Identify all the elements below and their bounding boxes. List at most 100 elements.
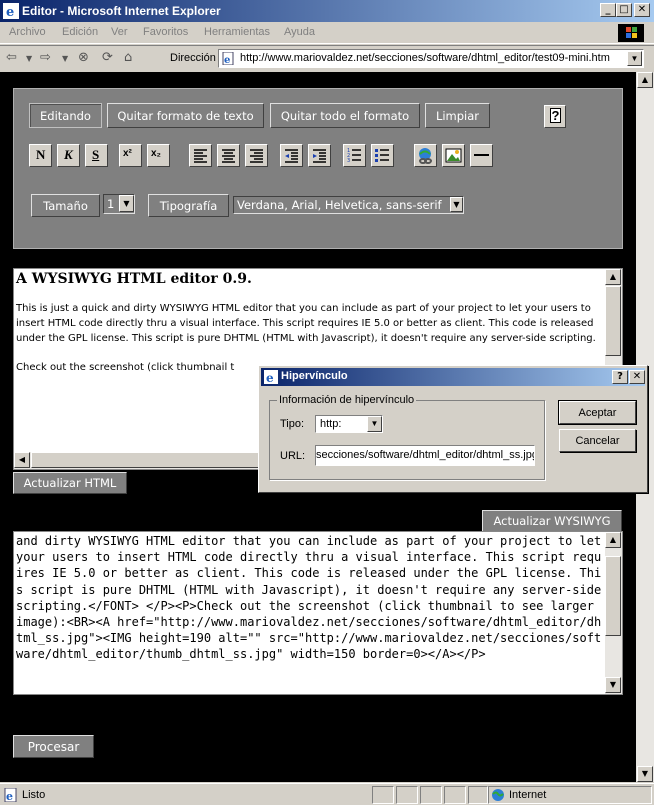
stop-icon[interactable]: ⊗	[78, 50, 89, 65]
align-left-button[interactable]	[189, 144, 212, 167]
bold-button[interactable]: N	[29, 144, 52, 167]
refresh-icon[interactable]: ⟳	[102, 50, 113, 65]
address-dropdown-icon[interactable]: ▼	[627, 51, 642, 66]
back-icon[interactable]: ⇦	[6, 50, 17, 65]
align-center-button[interactable]	[217, 144, 240, 167]
remove-text-format-button[interactable]: Quitar formato de texto	[107, 103, 264, 128]
image-icon	[445, 148, 462, 163]
html-source-text: and dirty WYSIWYG HTML editor that you c…	[16, 534, 602, 662]
scroll-thumb[interactable]	[605, 556, 621, 636]
window-title: Editor - Microsoft Internet Explorer	[22, 4, 221, 18]
menu-archivo[interactable]: Archivo	[9, 26, 46, 38]
hyperlink-icon	[419, 148, 432, 164]
outdent-icon	[285, 149, 298, 163]
document-paragraph: This is just a quick and dirty WYSIWYG H…	[16, 303, 596, 344]
process-button[interactable]: Procesar	[13, 735, 94, 758]
status-panel-2	[396, 786, 418, 804]
forward-icon[interactable]: ⇨	[40, 50, 51, 65]
source-scrollbar[interactable]: ▲ ▼	[605, 532, 622, 694]
scroll-left-icon[interactable]: ◀	[14, 452, 30, 468]
numbered-list-button[interactable]: 123	[343, 144, 366, 167]
italic-button[interactable]: K	[57, 144, 80, 167]
scroll-up-icon[interactable]: ▲	[605, 532, 621, 548]
size-label-button[interactable]: Tamaño	[31, 194, 100, 217]
status-panel-4	[444, 786, 466, 804]
update-html-button[interactable]: Actualizar HTML	[13, 472, 127, 494]
dialog-title-bar: e Hipervínculo ? ✕	[261, 368, 645, 386]
menu-favoritos[interactable]: Favoritos	[143, 26, 188, 38]
home-icon[interactable]: ⌂	[124, 50, 132, 65]
page-icon: e	[222, 52, 234, 65]
help-icon: ?	[550, 108, 561, 123]
underline-button[interactable]: S	[85, 144, 108, 167]
scroll-down-icon[interactable]: ▼	[605, 677, 621, 693]
numbered-list-icon: 123	[347, 148, 361, 164]
horizontal-rule-button[interactable]	[470, 144, 493, 167]
page-status-icon: e	[4, 788, 17, 802]
bullet-list-button[interactable]	[371, 144, 394, 167]
font-select[interactable]: Verdana, Arial, Helvetica, sans-serif ▼	[233, 196, 464, 214]
maximize-button[interactable]: □	[616, 3, 632, 17]
minimize-button[interactable]: _	[600, 3, 616, 17]
html-source-textarea[interactable]: and dirty WYSIWYG HTML editor that you c…	[13, 531, 623, 695]
back-dropdown-icon[interactable]: ▼	[26, 54, 32, 63]
menu-edicion[interactable]: Edición	[62, 26, 98, 38]
remove-all-format-button[interactable]: Quitar todo el formato	[270, 103, 420, 128]
align-right-button[interactable]	[245, 144, 268, 167]
size-select[interactable]: 1 ▼	[103, 194, 135, 214]
hyperlink-dialog: e Hipervínculo ? ✕ Información de hiperv…	[258, 365, 648, 493]
close-button[interactable]: ✕	[634, 3, 650, 17]
menu-ayuda[interactable]: Ayuda	[284, 26, 315, 38]
superscript-button[interactable]: x²	[119, 144, 142, 167]
address-url: http://www.mariovaldez.net/secciones/sof…	[240, 52, 610, 64]
type-select[interactable]: http: ▼	[315, 415, 383, 433]
address-input[interactable]: e http://www.mariovaldez.net/secciones/s…	[218, 49, 644, 68]
scroll-up-icon[interactable]: ▲	[605, 269, 621, 285]
group-label: Información de hipervínculo	[277, 394, 417, 406]
dialog-help-button[interactable]: ?	[612, 370, 628, 384]
hyperlink-button[interactable]	[414, 144, 437, 167]
windows-logo-icon	[618, 24, 644, 42]
insert-image-button[interactable]	[442, 144, 465, 167]
italic-icon: K	[64, 147, 73, 162]
align-center-icon	[222, 149, 235, 163]
dialog-close-button[interactable]: ✕	[629, 370, 645, 384]
forward-dropdown-icon[interactable]: ▼	[62, 54, 68, 63]
menu-ver[interactable]: Ver	[111, 26, 128, 38]
horizontal-rule-icon	[474, 154, 489, 156]
help-button[interactable]: ?	[544, 105, 566, 128]
editing-mode-button[interactable]: Editando	[29, 103, 102, 128]
url-value: secciones/software/dhtml_editor/dhtml_ss…	[316, 449, 535, 461]
zone-panel: Internet	[488, 786, 652, 804]
globe-icon	[492, 789, 504, 801]
outdent-button[interactable]	[280, 144, 303, 167]
hyperlink-info-group	[269, 400, 545, 480]
title-bar: e Editor - Microsoft Internet Explorer _…	[0, 0, 654, 22]
font-value: Verdana, Arial, Helvetica, sans-serif	[237, 198, 442, 212]
url-input[interactable]: secciones/software/dhtml_editor/dhtml_ss…	[315, 445, 535, 466]
clear-button[interactable]: Limpiar	[425, 103, 490, 128]
subscript-button[interactable]: x₂	[147, 144, 170, 167]
scroll-thumb[interactable]	[605, 286, 621, 356]
svg-text:3: 3	[347, 158, 350, 164]
address-label: Dirección	[170, 52, 216, 64]
cancel-button[interactable]: Cancelar	[559, 429, 636, 452]
menu-herramientas[interactable]: Herramientas	[204, 26, 270, 38]
accept-button[interactable]: Aceptar	[558, 400, 637, 425]
indent-button[interactable]	[308, 144, 331, 167]
scroll-down-icon[interactable]: ▼	[637, 766, 653, 782]
bold-icon: N	[36, 147, 46, 162]
editor-toolbar: Editando Quitar formato de texto Quitar …	[13, 88, 623, 249]
size-value: 1	[107, 197, 115, 211]
font-label-button[interactable]: Tipografía	[148, 194, 229, 217]
bullet-list-icon	[375, 149, 389, 162]
update-wysiwyg-button[interactable]: Actualizar WYSIWYG	[482, 510, 622, 532]
scroll-thumb[interactable]	[31, 452, 261, 468]
document-heading: A WYSIWYG HTML editor 0.9.	[16, 271, 252, 287]
type-label: Tipo:	[280, 418, 305, 430]
scroll-up-icon[interactable]: ▲	[637, 72, 653, 88]
type-value: http:	[320, 418, 342, 430]
address-toolbar: ⇦ ▼ ⇨ ▼ ⊗ ⟳ ⌂ Dirección e http://www.mar…	[0, 45, 654, 71]
underline-icon: S	[92, 147, 100, 162]
chevron-down-icon: ▼	[367, 416, 382, 432]
